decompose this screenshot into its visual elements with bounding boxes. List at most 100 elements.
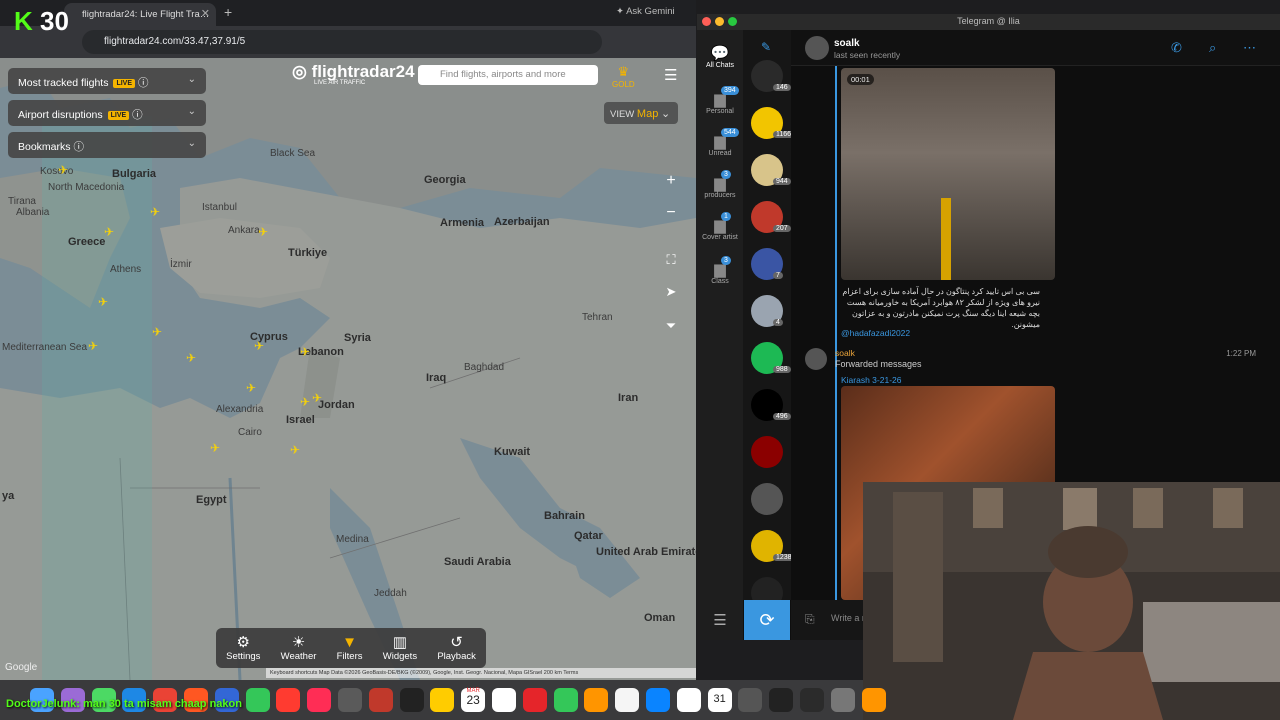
airplane-icon[interactable]: ✈ <box>290 444 300 456</box>
airplane-icon[interactable]: ✈ <box>152 326 162 338</box>
forward-source[interactable]: Kiarash 3-21-26 <box>841 375 901 385</box>
chat-avatar[interactable]: 988 <box>751 342 791 374</box>
fullscreen-icon[interactable]: ⛶ <box>658 252 684 276</box>
avatar[interactable] <box>805 36 829 60</box>
avatar[interactable] <box>805 348 827 370</box>
flight-search-input[interactable]: Find flights, airports and more <box>418 65 598 85</box>
airplane-icon[interactable]: ✈ <box>300 396 310 408</box>
chat-avatar[interactable]: 496 <box>751 389 791 421</box>
dock-app-icon[interactable] <box>522 688 547 712</box>
zoom-window-button[interactable] <box>728 17 737 26</box>
airplane-icon[interactable]: ✈ <box>246 382 256 394</box>
folder-producers[interactable]: ▆ 3 producers <box>697 170 743 199</box>
flightradar-logo[interactable]: ◎ flightradar24 LIVE AIR TRAFFIC <box>292 62 415 86</box>
settings-sliders-icon[interactable]: ☰ <box>697 600 743 640</box>
zoom-in-button[interactable]: + <box>658 172 684 196</box>
folder-cover-artist[interactable]: ▆ 1 Cover artist <box>697 212 743 241</box>
most-tracked-flights-panel[interactable]: Most tracked flights LIVE ⓘ ⌄ <box>8 68 206 94</box>
folder-personal[interactable]: ▆ 394 Personal <box>697 86 743 115</box>
dock-app-icon[interactable] <box>399 688 424 712</box>
dock-app-icon[interactable] <box>276 688 301 712</box>
search-icon[interactable]: ⌕ <box>1209 40 1216 56</box>
help-icon[interactable]: ⓘ <box>73 141 84 153</box>
filter-icon[interactable]: ⏷ <box>658 318 684 342</box>
help-icon[interactable]: ⓘ <box>138 77 149 89</box>
airplane-icon[interactable]: ✈ <box>300 346 310 358</box>
settings-button[interactable]: ⚙ Settings <box>226 634 260 662</box>
playback-icon: ↺ <box>450 633 463 651</box>
browser-tab[interactable]: flightradar24: Live Flight Tra… ✕ <box>64 3 216 26</box>
locate-icon[interactable]: ➤ <box>658 284 684 308</box>
chat-avatar[interactable]: 207 <box>751 201 791 233</box>
chat-avatar[interactable]: 944 <box>751 154 791 186</box>
chat-avatar[interactable]: 1238 <box>751 530 795 562</box>
dock-app-icon[interactable] <box>861 688 886 712</box>
dock-app-icon[interactable] <box>307 688 332 712</box>
airplane-icon[interactable]: ✈ <box>210 442 220 454</box>
airplane-icon[interactable]: ✈ <box>88 340 98 352</box>
video-message[interactable]: 00:01 <box>841 68 1055 280</box>
ask-gemini-button[interactable]: ✦ Ask Gemini <box>616 6 675 17</box>
widgets-button[interactable]: ▥ Widgets <box>383 634 417 662</box>
folder-unread[interactable]: ▆ 544 Unread <box>697 128 743 157</box>
map-label: Armenia <box>440 217 485 229</box>
help-icon[interactable]: ⓘ <box>132 109 143 121</box>
dock-app-icon[interactable] <box>615 688 640 712</box>
airplane-icon[interactable]: ✈ <box>104 226 114 238</box>
close-tab-icon[interactable]: ✕ <box>201 7 210 20</box>
dock-app-icon[interactable]: MAR 23 <box>461 688 486 712</box>
dock-app-icon[interactable] <box>738 688 763 712</box>
attach-icon[interactable]: ⎘ <box>805 612 815 627</box>
url-input[interactable]: flightradar24.com/33.47,37.91/5 <box>82 30 602 54</box>
dock-app-icon[interactable] <box>553 688 578 712</box>
airplane-icon[interactable]: ✈ <box>258 226 268 238</box>
dock-app-icon[interactable] <box>338 688 362 712</box>
unread-badge: 146 <box>773 84 791 91</box>
phone-icon[interactable]: ✆ <box>1171 40 1182 56</box>
chat-avatar[interactable]: 1166 <box>751 107 795 139</box>
gold-button[interactable]: ♛ GOLD <box>612 64 635 89</box>
zoom-out-button[interactable]: − <box>658 204 684 228</box>
airport-disruptions-panel[interactable]: Airport disruptions LIVE ⓘ ⌄ <box>8 100 206 126</box>
chat-avatar[interactable]: 4 <box>751 295 783 327</box>
sender-name[interactable]: soalk <box>835 348 855 358</box>
playback-button[interactable]: ↺ Playback <box>437 633 476 662</box>
dock-app-icon[interactable]: 31 <box>707 688 732 712</box>
compose-icon[interactable]: ✎ <box>761 40 771 54</box>
airplane-icon[interactable]: ✈ <box>98 296 108 308</box>
dock-app-icon[interactable] <box>676 688 701 712</box>
airplane-icon[interactable]: ✈ <box>254 340 264 352</box>
folder-class[interactable]: ▆ 3 Class <box>697 256 743 285</box>
airplane-icon[interactable]: ✈ <box>186 352 196 364</box>
filters-button[interactable]: ▼ Filters <box>337 634 363 662</box>
dock-app-icon[interactable] <box>769 688 794 712</box>
channel-link[interactable]: @hadafazadi2022 <box>841 328 910 338</box>
dock-app-icon[interactable] <box>584 688 609 712</box>
refresh-button[interactable]: ⟳ <box>744 600 790 640</box>
folder-all-chats[interactable]: 💬 All Chats <box>697 44 743 69</box>
minimize-window-button[interactable] <box>715 17 724 26</box>
airplane-icon[interactable]: ✈ <box>58 164 68 176</box>
dock-app-icon[interactable] <box>646 688 670 712</box>
bookmarks-panel[interactable]: Bookmarks ⓘ ⌄ <box>8 132 206 158</box>
dock-app-icon[interactable] <box>800 688 824 712</box>
chat-name[interactable]: soalk <box>834 38 860 49</box>
weather-button[interactable]: ☀ Weather <box>281 634 317 662</box>
more-icon[interactable]: ⋯ <box>1243 40 1256 56</box>
airplane-icon[interactable]: ✈ <box>312 392 322 404</box>
view-mode-select[interactable]: VIEW Map ⌄ <box>604 102 678 124</box>
dock-app-icon[interactable] <box>245 688 270 712</box>
new-tab-button[interactable]: + <box>224 4 232 20</box>
dock-app-icon[interactable] <box>368 688 393 712</box>
dock-app-icon[interactable] <box>830 688 855 712</box>
chat-avatar[interactable]: 7 <box>751 248 783 280</box>
airplane-icon[interactable]: ✈ <box>150 206 160 218</box>
dock-app-icon[interactable] <box>492 688 516 712</box>
chat-avatar[interactable] <box>751 436 783 468</box>
map-label: Alexandria <box>216 404 264 415</box>
close-window-button[interactable] <box>702 17 711 26</box>
chat-avatar[interactable] <box>751 483 783 515</box>
chat-avatar[interactable]: 146 <box>751 60 791 92</box>
dock-app-icon[interactable] <box>430 688 455 712</box>
hamburger-menu-icon[interactable]: ☰ <box>664 66 677 84</box>
